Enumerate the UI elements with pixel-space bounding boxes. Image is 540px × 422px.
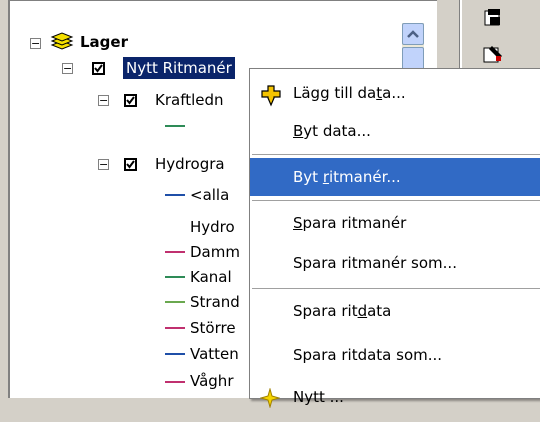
menu-item-change-ritmaner[interactable]: Byt ritmanér... [250,158,540,196]
hydrogra-label[interactable]: Hydrogra [155,153,225,175]
root-expander[interactable]: − [30,38,41,49]
menu-separator [252,154,540,155]
root-label[interactable]: Lager [80,31,128,53]
legend-line-vaghr [165,381,185,383]
scroll-up-button[interactable] [402,23,424,45]
legend-label-vaghr: Våghr [190,372,234,390]
context-menu: Lägg till data... Byt data... Byt ritman… [249,68,540,409]
legend-line-strand [165,301,185,303]
menu-separator [252,200,540,201]
edit-tool-icon[interactable] [482,44,504,66]
hydrogra-expander[interactable]: − [98,159,109,170]
legend-label-storre: Större [190,319,236,337]
chevron-up-icon [407,30,419,38]
menu-item-save-ritdata[interactable]: Spara ritdata [250,292,540,330]
menu-item-save-ritmaner-as[interactable]: Spara ritmanér som... [250,244,540,282]
legend-label-hydro: Hydro [190,218,235,236]
menu-item-save-ritdata-as[interactable]: Spara ritdata som... [250,336,540,374]
menu-item-add-data[interactable]: Lägg till data... [250,74,540,112]
menu-item-save-ritmaner[interactable]: Spara ritmanér [250,204,540,242]
ritmaner-expander[interactable]: − [62,63,73,74]
layers-tool-icon[interactable] [482,8,504,30]
kraftledn-label[interactable]: Kraftledn [155,89,224,111]
menu-item-new[interactable]: Nytt ... [250,378,540,416]
legend-label-vatten: Vatten [190,345,239,363]
legend-label-kanal: Kanal [190,268,232,286]
new-icon [259,384,281,409]
hydrogra-checkbox[interactable] [124,158,137,171]
legend-label-damm: Damm [190,243,240,261]
kraftledn-expander[interactable]: − [98,95,109,106]
ritmaner-label[interactable]: Nytt Ritmanér [123,57,235,79]
legend-line-damm [165,251,185,253]
legend-label-alla: <alla [190,186,230,204]
legend-line-kanal [165,276,185,278]
menu-item-change-data[interactable]: Byt data... [250,112,540,150]
legend-label-strand: Strand [190,293,240,311]
ritmaner-checkbox[interactable] [92,62,105,75]
legend-line-vatten [165,353,185,355]
legend-line-alla [165,194,185,196]
add-data-icon [260,83,282,107]
kraftledn-checkbox[interactable] [124,94,137,107]
kraftledn-legend-line [165,125,185,127]
legend-line-storre [165,327,185,329]
layers-icon [50,31,74,53]
menu-separator [252,288,540,289]
